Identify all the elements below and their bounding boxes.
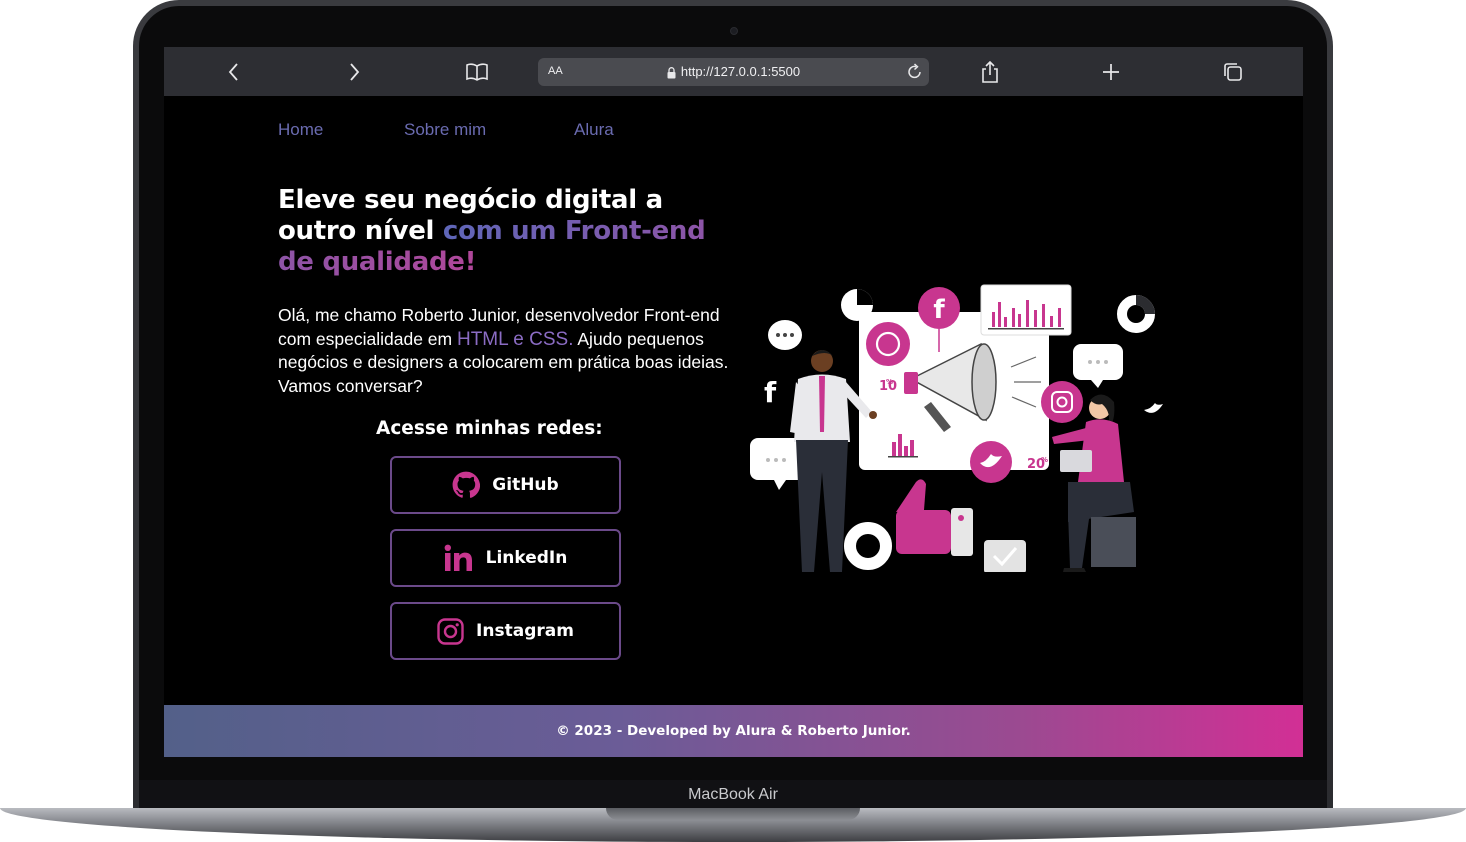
nav-sobre-mim-link[interactable]: Sobre mim xyxy=(404,120,486,140)
share-icon xyxy=(982,61,998,83)
forward-button[interactable] xyxy=(339,57,369,87)
address-bar[interactable]: AA http://127.0.0.1:5500 xyxy=(538,58,929,86)
check-box-icon xyxy=(984,540,1026,572)
thumbs-up-icon xyxy=(896,479,973,556)
tabs-icon xyxy=(1224,63,1242,81)
new-tab-icon xyxy=(1103,64,1119,80)
nav-alura-link[interactable]: Alura xyxy=(574,120,614,140)
twitter-icon xyxy=(1144,403,1163,413)
chat-bubble-right-icon xyxy=(1073,344,1123,388)
donut-bottom-icon xyxy=(844,522,892,570)
whatsapp-icon xyxy=(866,322,910,366)
new-tab-button[interactable] xyxy=(1096,57,1126,87)
github-icon xyxy=(452,471,481,498)
linkedin-button[interactable]: LinkedIn xyxy=(390,529,621,587)
bookmarks-button[interactable] xyxy=(462,57,492,87)
intro-accent: HTML e CSS. xyxy=(456,328,574,350)
instagram-icon xyxy=(437,617,464,645)
hero-headline: Eleve seu negócio digital a outro nível … xyxy=(278,185,738,278)
github-label: GitHub xyxy=(492,475,559,495)
github-button[interactable]: GitHub xyxy=(390,456,621,514)
linkedin-icon xyxy=(444,544,472,571)
instagram-circle-icon xyxy=(1041,381,1083,423)
laptop-notch xyxy=(606,808,860,820)
nav-home-link[interactable]: Home xyxy=(278,120,323,140)
tabs-overview-button[interactable] xyxy=(1218,57,1248,87)
lock-icon xyxy=(667,66,676,79)
svg-text:f: f xyxy=(933,295,945,325)
facebook-small-icon: f xyxy=(764,376,777,409)
browser-window: AA http://127.0.0.1:5500 Home Sobre mim … xyxy=(164,47,1303,757)
hero-intro: Olá, me chamo Roberto Junior, desenvolve… xyxy=(278,304,748,398)
instagram-label: Instagram xyxy=(476,621,574,641)
url-text: http://127.0.0.1:5500 xyxy=(680,64,801,79)
forward-icon xyxy=(350,63,360,81)
chat-bubble-icon xyxy=(768,320,802,350)
reload-icon[interactable] xyxy=(907,63,923,81)
browser-toolbar: AA http://127.0.0.1:5500 xyxy=(164,47,1303,96)
linkedin-label: LinkedIn xyxy=(485,548,568,568)
camera-icon xyxy=(730,27,738,35)
share-button[interactable] xyxy=(975,57,1005,87)
social-title: Acesse minhas redes: xyxy=(376,418,603,439)
marketing-illustration: f f 10 % 20 % xyxy=(750,284,1163,572)
back-icon xyxy=(228,63,238,81)
device-label: MacBook Air xyxy=(688,786,778,803)
instagram-button[interactable]: Instagram xyxy=(390,602,621,660)
svg-text:%: % xyxy=(1041,456,1048,464)
footer-text: © 2023 - Developed by Alura & Roberto Ju… xyxy=(556,723,911,739)
back-button[interactable] xyxy=(219,57,249,87)
svg-text:%: % xyxy=(886,378,893,386)
bookmarks-icon xyxy=(466,63,488,81)
page-footer: © 2023 - Developed by Alura & Roberto Ju… xyxy=(164,705,1303,757)
